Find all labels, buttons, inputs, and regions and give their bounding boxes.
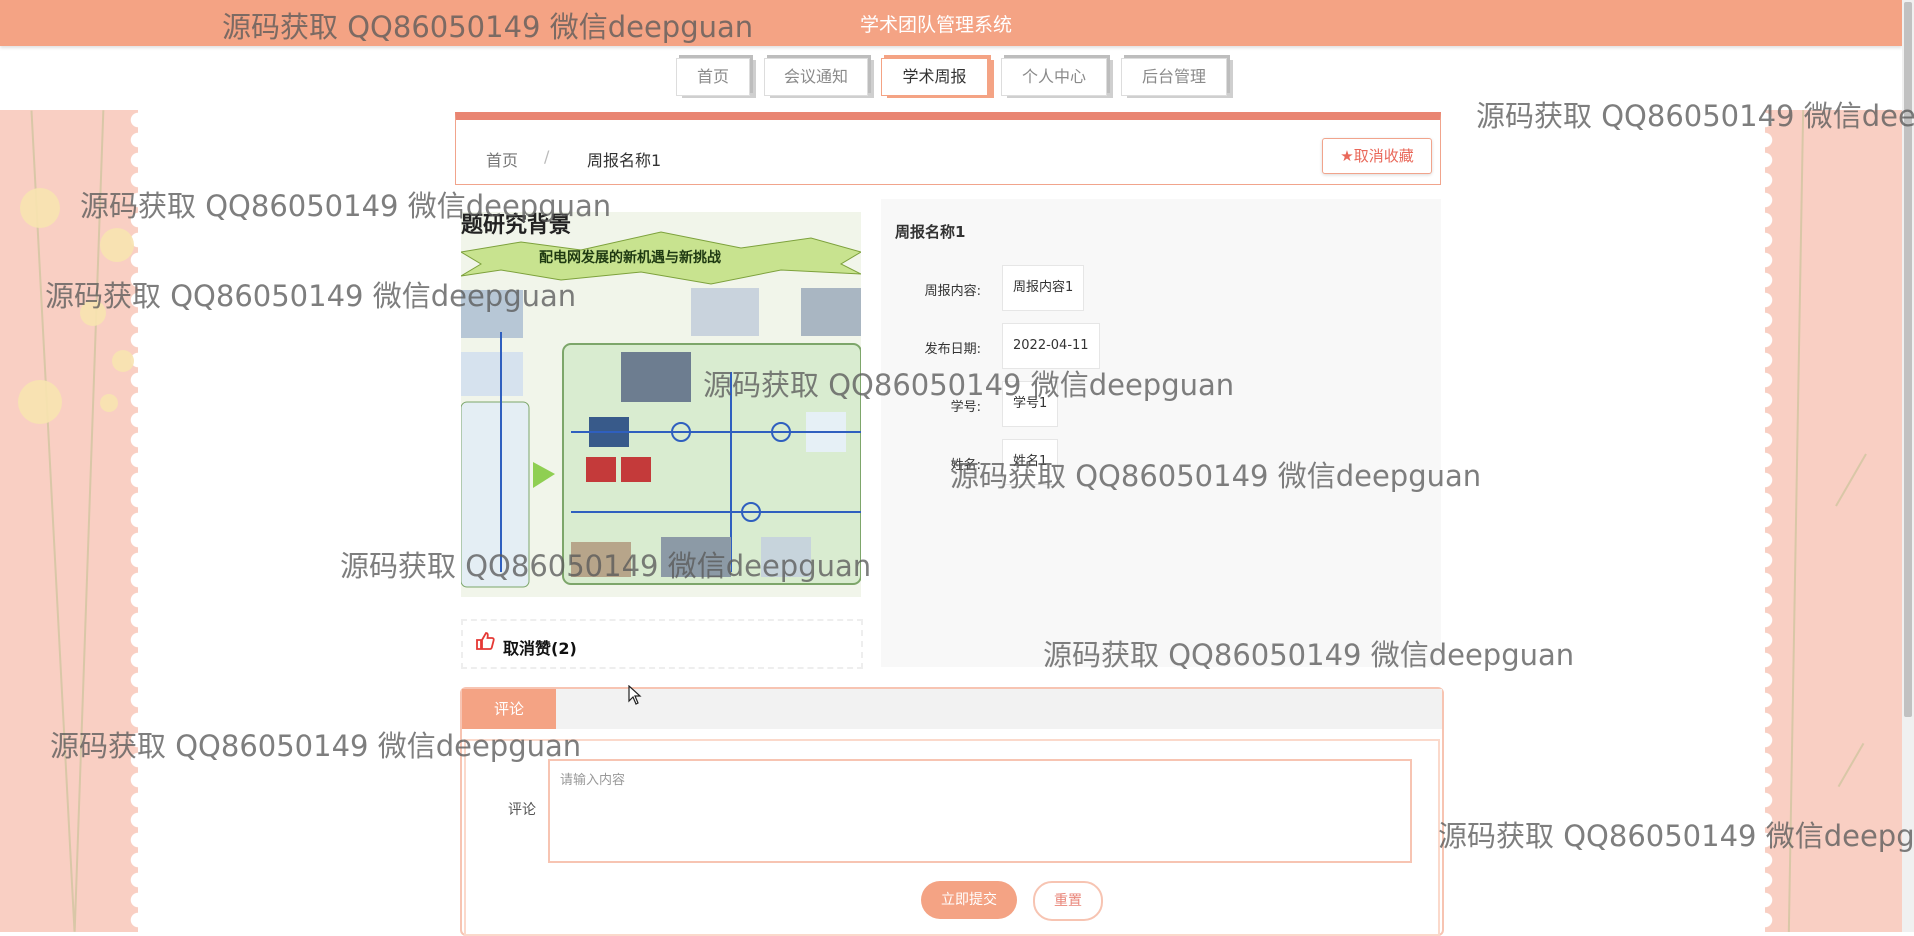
power-grid-diagram: 题研究背景 配电网发展的新机遇与新挑战: [461, 212, 861, 597]
student-id-value: 学号1: [1002, 381, 1059, 427]
comment-textarea[interactable]: 请输入内容: [548, 759, 1412, 863]
reset-button[interactable]: 重置: [1033, 881, 1103, 921]
breadcrumb: 首页 / 周报名称1 ★取消收藏: [455, 112, 1441, 185]
report-title: 周报名称1: [895, 223, 966, 241]
comment-section: 评论 评论 请输入内容 立即提交 重置: [460, 687, 1444, 936]
comment-tabbar: 评论: [462, 689, 1442, 729]
unlike-label: 取消赞(2): [503, 639, 577, 658]
page-scrollbar[interactable]: [1902, 0, 1914, 932]
image-heading: 题研究背景: [461, 212, 571, 238]
comment-form: 评论 请输入内容 立即提交 重置: [464, 739, 1440, 936]
name-value: 姓名1: [1002, 439, 1059, 485]
date-value: 2022-04-11: [1002, 323, 1100, 369]
content-value: 周报内容1: [1002, 265, 1085, 311]
thumbs-up-icon: [475, 631, 495, 656]
scrollbar-thumb[interactable]: [1904, 2, 1912, 717]
breadcrumb-current: 周报名称1: [587, 151, 662, 170]
tab-comment[interactable]: 评论: [462, 689, 556, 729]
comment-label: 评论: [508, 802, 536, 818]
nav-meeting-notice[interactable]: 会议通知: [764, 58, 868, 96]
unfavorite-label: 取消收藏: [1353, 147, 1414, 165]
image-banner: 配电网发展的新机遇与新挑战: [539, 249, 721, 266]
like-box[interactable]: 取消赞(2): [461, 619, 863, 669]
breadcrumb-separator: /: [544, 147, 550, 166]
report-image: 题研究背景 配电网发展的新机遇与新挑战: [461, 212, 861, 597]
right-decoration: [1757, 110, 1902, 932]
left-decoration: [0, 110, 146, 932]
mouse-cursor-icon: [628, 684, 642, 710]
unfavorite-button[interactable]: ★取消收藏: [1322, 138, 1432, 174]
top-header-bar: 学术团队管理系统: [0, 0, 1902, 46]
submit-button[interactable]: 立即提交: [921, 881, 1017, 919]
nav-admin[interactable]: 后台管理: [1121, 58, 1227, 96]
name-label: 姓名:: [950, 458, 981, 473]
breadcrumb-home[interactable]: 首页: [486, 147, 518, 171]
content-label: 周报内容:: [924, 284, 981, 299]
system-title: 学术团队管理系统: [860, 14, 1013, 36]
nav-weekly-report[interactable]: 学术周报: [881, 58, 988, 96]
nav-home[interactable]: 首页: [676, 58, 750, 96]
student-id-label: 学号:: [950, 400, 981, 415]
report-detail-panel: 周报名称1 周报内容: 周报内容1 发布日期: 2022-04-11 学号: 学…: [881, 199, 1441, 667]
nav-personal-center[interactable]: 个人中心: [1001, 58, 1107, 96]
star-icon: ★: [1340, 147, 1354, 165]
date-label: 发布日期:: [924, 342, 981, 357]
